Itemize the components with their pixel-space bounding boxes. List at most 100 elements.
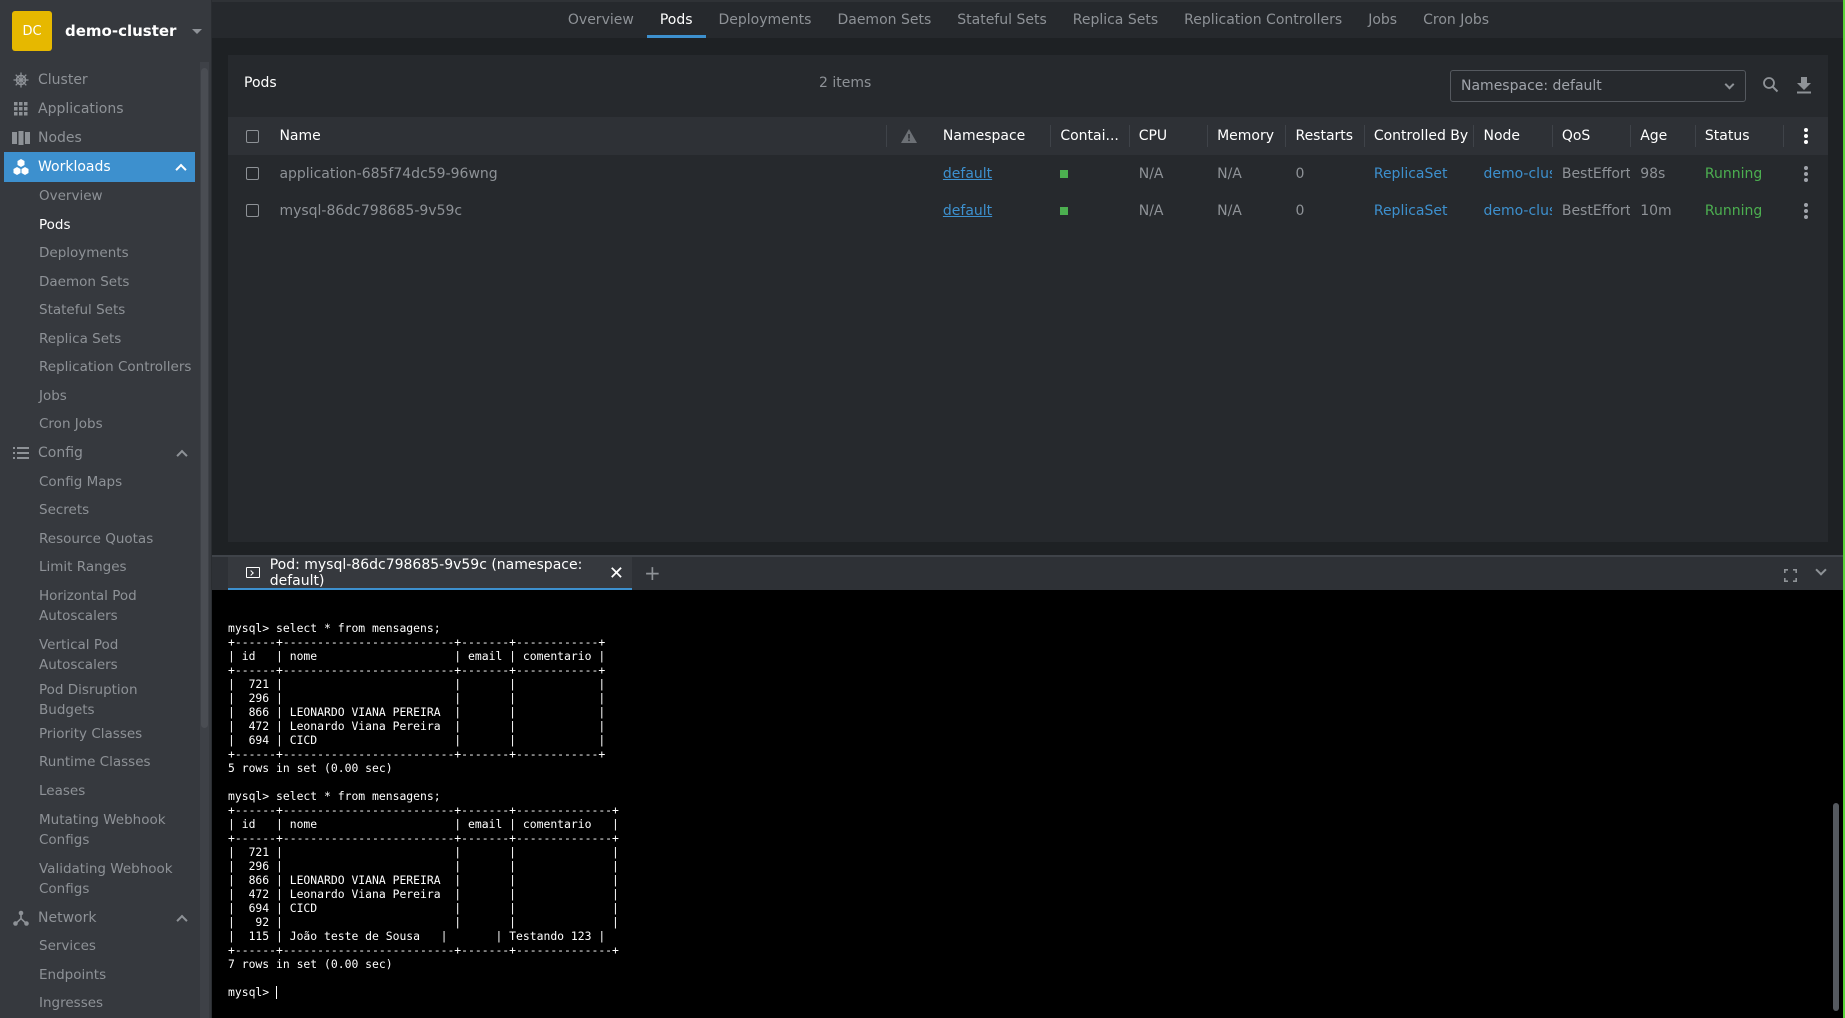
sidebar-subitem-mutating-webhook-configs[interactable]: Mutating Webhook Configs — [0, 805, 175, 854]
chevron-up-icon[interactable] — [176, 449, 188, 462]
select-all-checkbox[interactable] — [246, 129, 259, 143]
sidebar-item-network[interactable]: Network — [0, 903, 196, 932]
sidebar-item-applications[interactable]: Applications — [0, 94, 196, 123]
namespace-link[interactable]: default — [943, 203, 992, 219]
node-link[interactable]: demo-clus — [1483, 166, 1551, 182]
cluster-avatar: DC — [12, 11, 52, 51]
column-header-name[interactable]: Name — [269, 117, 886, 155]
sidebar-item-cluster[interactable]: Cluster — [0, 65, 196, 94]
tab-pods[interactable]: Pods — [646, 2, 706, 38]
sidebar-subitem-vertical-pod-autoscalers[interactable]: Vertical Pod Autoscalers — [0, 631, 150, 680]
terminal-scrollbar[interactable] — [1833, 803, 1839, 1011]
sidebar-item-label: Network — [38, 909, 97, 926]
status-badge: Running — [1704, 202, 1763, 219]
column-header-restarts[interactable]: Restarts — [1285, 117, 1363, 155]
sidebar-subitem-limit-ranges[interactable]: Limit Ranges — [0, 553, 196, 582]
pod-restarts: 0 — [1295, 202, 1305, 219]
sidebar-item-workloads[interactable]: Workloads — [4, 152, 195, 182]
sidebar-subitem-endpoints[interactable]: Endpoints — [0, 961, 196, 990]
sidebar-subitem-replica-sets[interactable]: Replica Sets — [0, 325, 196, 354]
sidebar-subitem-jobs[interactable]: Jobs — [0, 382, 196, 411]
namespace-select[interactable]: Namespace: default — [1450, 70, 1746, 102]
row-checkbox[interactable] — [246, 167, 259, 180]
controlled-by-link[interactable]: ReplicaSet — [1374, 166, 1448, 182]
chevron-down-icon[interactable] — [1815, 564, 1827, 576]
sidebar-subitem-horizontal-pod-autoscalers[interactable]: Horizontal Pod Autoscalers — [0, 582, 180, 631]
column-header-containers[interactable]: Contai... — [1050, 117, 1128, 155]
tab-daemon-sets[interactable]: Daemon Sets — [824, 2, 944, 38]
column-header-controlled-by[interactable]: Controlled By — [1363, 117, 1474, 155]
cluster-selector[interactable]: DC demo-cluster — [0, 0, 212, 62]
chevron-up-icon[interactable] — [175, 163, 187, 176]
sidebar-subitem-priority-classes[interactable]: Priority Classes — [0, 720, 196, 749]
sidebar-subitem-leases[interactable]: Leases — [0, 777, 196, 806]
terminal-line: | 296 | | | | — [228, 691, 606, 705]
pod-cpu: N/A — [1138, 202, 1164, 219]
fullscreen-icon[interactable] — [1784, 567, 1797, 582]
sidebar-subitem-runtime-classes[interactable]: Runtime Classes — [0, 748, 196, 777]
containers-cell — [1050, 155, 1128, 192]
terminal-output[interactable]: mysql> select * from mensagens; +------+-… — [228, 607, 1808, 1007]
tab-jobs[interactable]: Jobs — [1355, 2, 1410, 38]
sidebar-subitem-replication-controllers[interactable]: Replication Controllers — [0, 353, 196, 382]
sidebar-subitem-config-maps[interactable]: Config Maps — [0, 468, 196, 497]
sidebar-subitem-daemon-sets[interactable]: Daemon Sets — [0, 268, 196, 297]
sidebar-subitem-cron-jobs[interactable]: Cron Jobs — [0, 410, 196, 439]
column-header-node[interactable]: Node — [1473, 117, 1551, 155]
columns-menu-button[interactable] — [1783, 117, 1828, 155]
sidebar-scrollbar[interactable] — [201, 68, 208, 728]
column-header-namespace[interactable]: Namespace — [933, 117, 1050, 155]
panel-header: Pods 2 items Namespace: default — [228, 55, 1828, 117]
namespace-link[interactable]: default — [943, 166, 992, 182]
add-tab-button[interactable]: + — [644, 561, 661, 585]
column-header-cpu[interactable]: CPU — [1128, 117, 1207, 155]
namespace-select-value: Namespace: default — [1461, 78, 1602, 94]
terminal-line: +------+-------------------------+------… — [228, 943, 619, 957]
row-menu-button[interactable] — [1783, 192, 1828, 229]
search-icon[interactable] — [1762, 76, 1782, 96]
tab-replication-controllers[interactable]: Replication Controllers — [1171, 2, 1355, 38]
column-header-qos[interactable]: QoS — [1551, 117, 1630, 155]
sidebar-item-config[interactable]: Config — [0, 439, 196, 468]
row-checkbox[interactable] — [246, 204, 259, 217]
sidebar-item-nodes[interactable]: Nodes — [0, 123, 196, 152]
tab-stateful-sets[interactable]: Stateful Sets — [944, 2, 1059, 38]
column-header-age[interactable]: Age — [1630, 117, 1695, 155]
sidebar-subitem-overview[interactable]: Overview — [0, 182, 196, 211]
download-icon[interactable] — [1795, 76, 1815, 96]
terminal-line: mysql> — [228, 985, 278, 999]
terminal-tab[interactable]: Pod: mysql-86dc798685-9v59c (namespace: … — [228, 557, 632, 590]
sidebar-subitem-pod-disruption-budgets[interactable]: Pod Disruption Budgets — [0, 680, 196, 720]
sidebar-subitem-resource-quotas[interactable]: Resource Quotas — [0, 525, 196, 554]
tab-deployments[interactable]: Deployments — [706, 2, 825, 38]
column-header-warnings[interactable] — [886, 117, 933, 155]
sidebar-subitem-pods[interactable]: Pods — [0, 211, 196, 240]
sidebar-subitem-secrets[interactable]: Secrets — [0, 496, 196, 525]
column-header-status[interactable]: Status — [1694, 117, 1783, 155]
pod-age: 98s — [1640, 165, 1666, 182]
column-header-memory[interactable]: Memory — [1207, 117, 1285, 155]
table-row[interactable]: mysql-86dc798685-9v59c default N/A N/A 0… — [228, 192, 1828, 229]
tab-replica-sets[interactable]: Replica Sets — [1060, 2, 1171, 38]
table-row[interactable]: application-685f74dc59-96wng default N/A… — [228, 155, 1828, 192]
sidebar-nav: Cluster Applications Nodes Workloads Ove… — [0, 65, 196, 1018]
row-menu-button[interactable] — [1783, 155, 1828, 192]
node-link[interactable]: demo-clus — [1483, 203, 1551, 219]
sidebar-subitem-ingresses[interactable]: Ingresses — [0, 989, 196, 1018]
container-running-indicator[interactable] — [1060, 206, 1069, 215]
tab-cron-jobs[interactable]: Cron Jobs — [1410, 2, 1502, 38]
pod-qos: BestEffort — [1561, 202, 1631, 219]
tab-overview[interactable]: Overview — [555, 2, 647, 38]
row-checkbox-cell — [228, 192, 269, 229]
controlled-by-link[interactable]: ReplicaSet — [1374, 203, 1448, 219]
sidebar-subitem-services[interactable]: Services — [0, 932, 196, 961]
sidebar-subitem-deployments[interactable]: Deployments — [0, 239, 196, 268]
list-icon — [12, 444, 30, 462]
close-icon[interactable]: ✕ — [609, 563, 624, 584]
sidebar-subitem-validating-webhook-configs[interactable]: Validating Webhook Configs — [0, 854, 185, 903]
terminal-tab-label: Pod: mysql-86dc798685-9v59c (namespace: … — [269, 556, 583, 589]
container-running-indicator[interactable] — [1060, 169, 1069, 178]
sidebar-item-label: Config — [38, 445, 83, 461]
sidebar-subitem-stateful-sets[interactable]: Stateful Sets — [0, 296, 196, 325]
chevron-up-icon[interactable] — [176, 914, 188, 926]
